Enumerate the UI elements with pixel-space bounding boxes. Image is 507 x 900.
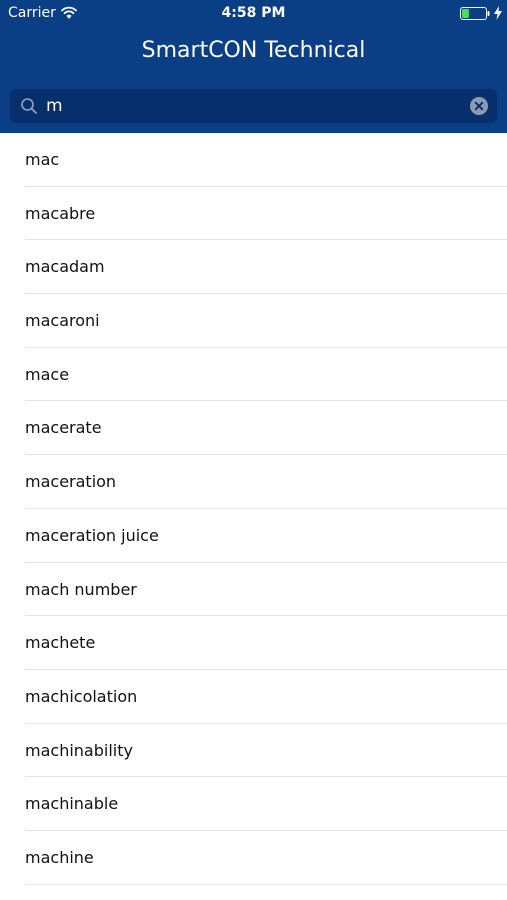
list-item-label: maceration — [25, 472, 117, 492]
list-item[interactable]: macabre — [0, 187, 507, 241]
list-item[interactable]: macaroni — [0, 294, 507, 348]
list-item[interactable]: macerate — [0, 401, 507, 455]
battery-level-fill — [462, 9, 469, 18]
list-item-label: mach number — [25, 579, 137, 599]
clear-search-icon[interactable] — [470, 97, 488, 115]
list-item[interactable]: macadam — [0, 240, 507, 294]
charging-bolt-icon — [494, 6, 502, 20]
status-bar: Carrier 4:58 PM — [0, 0, 507, 28]
list-item-label: macabre — [25, 203, 96, 223]
search-icon — [21, 98, 37, 114]
list-item-label: mac — [25, 150, 60, 169]
search-input[interactable]: m — [46, 95, 63, 117]
list-item-label: machine — [25, 847, 94, 867]
list-item-label: mace — [25, 364, 70, 384]
app-header: Carrier 4:58 PM SmartCON Technical m — [0, 0, 507, 133]
list-item[interactable]: machete — [0, 616, 507, 670]
list-item[interactable]: machine — [0, 831, 507, 885]
list-item-label: macaroni — [25, 311, 100, 331]
list-item[interactable]: mace — [0, 348, 507, 402]
list-item-label: macerate — [25, 418, 102, 438]
list-item-label: machete — [25, 633, 96, 653]
list-item[interactable]: machinability — [0, 724, 507, 778]
search-bar[interactable]: m — [10, 89, 497, 123]
list-item-label: macadam — [25, 257, 105, 277]
list-item-label: machinable — [25, 794, 119, 814]
list-item[interactable]: maceration juice — [0, 509, 507, 563]
list-item-label: machinability — [25, 740, 133, 760]
list-item[interactable]: machinable — [0, 777, 507, 831]
list-item[interactable]: machicolation — [0, 670, 507, 724]
results-list: mac macabre macadam macaroni mace macera… — [0, 133, 507, 885]
list-item[interactable]: mac — [0, 133, 507, 187]
list-item[interactable]: maceration — [0, 455, 507, 509]
list-item[interactable]: mach number — [0, 563, 507, 617]
page-title: SmartCON Technical — [141, 38, 366, 63]
list-item-label: machicolation — [25, 686, 138, 706]
battery-icon — [460, 7, 490, 20]
status-time: 4:58 PM — [221, 5, 286, 21]
list-item-label: maceration juice — [25, 525, 159, 545]
